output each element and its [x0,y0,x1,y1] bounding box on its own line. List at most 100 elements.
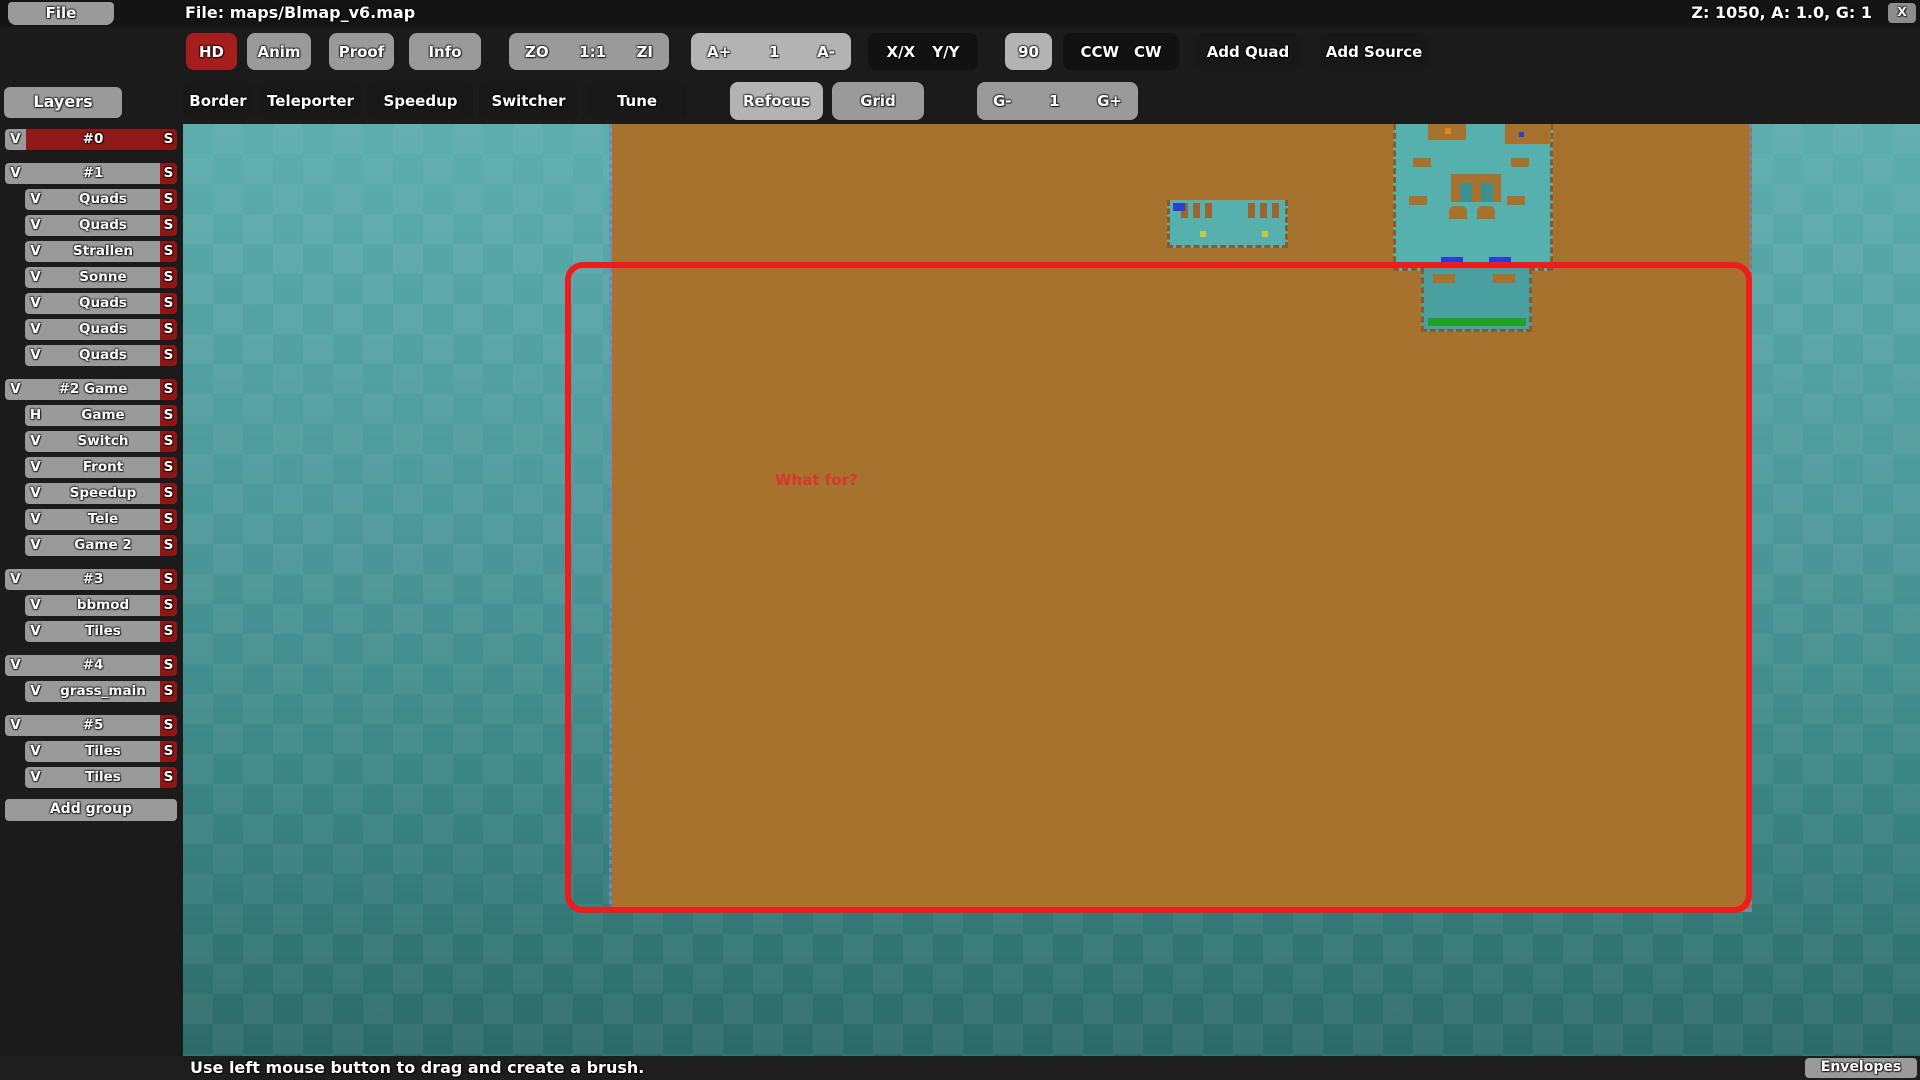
info-toggle-button[interactable]: Info [409,33,481,70]
anim-speed-down-button[interactable]: A- [817,43,835,61]
layer-visibility-toggle[interactable]: V [25,741,46,762]
proof-toggle-button[interactable]: Proof [329,33,394,70]
layer-s-badge[interactable]: S [160,569,177,590]
layer-visibility-toggle[interactable]: V [25,345,46,366]
layer-visibility-toggle[interactable]: V [5,569,26,590]
layer-visibility-toggle[interactable]: V [25,293,46,314]
layer-s-badge[interactable]: S [160,129,177,150]
layer-label[interactable]: Tiles [46,741,160,762]
layer-label[interactable]: Quads [46,189,160,210]
layer-s-badge[interactable]: S [160,715,177,736]
grid-toggle-button[interactable]: Grid [832,82,924,120]
layer-s-badge[interactable]: S [160,681,177,702]
close-icon[interactable]: X [1888,3,1916,23]
layer-label[interactable]: #4 [26,655,160,676]
layer-visibility-toggle[interactable]: V [5,129,26,150]
layer-label[interactable]: Speedup [46,483,160,504]
speedup-button[interactable]: Speedup [368,82,473,120]
zoom-reset-button[interactable]: 1:1 [579,43,606,61]
envelopes-button[interactable]: Envelopes [1805,1058,1917,1078]
layer-visibility-toggle[interactable]: V [25,189,46,210]
layer-label[interactable]: Quads [46,319,160,340]
flip-x-button[interactable]: X/X [887,43,916,61]
layer-s-badge[interactable]: S [160,241,177,262]
hd-toggle-button[interactable]: HD [186,33,237,70]
add-group-button[interactable]: Add group [5,799,177,821]
add-quad-button[interactable]: Add Quad [1195,33,1301,70]
layer-label[interactable]: Strallen [46,241,160,262]
layer-visibility-toggle[interactable]: V [25,595,46,616]
layer-visibility-toggle[interactable]: V [25,509,46,530]
layer-label[interactable]: #2 Game [26,379,160,400]
layer-s-badge[interactable]: S [160,189,177,210]
rotate-cw-button[interactable]: CW [1134,43,1162,61]
anim-toggle-button[interactable]: Anim [247,33,311,70]
layer-s-badge[interactable]: S [160,293,177,314]
layer-label[interactable]: Quads [46,293,160,314]
layer-s-badge[interactable]: S [160,267,177,288]
zoom-out-button[interactable]: ZO [525,43,549,61]
rotate-ccw-button[interactable]: CCW [1080,43,1119,61]
layer-visibility-toggle[interactable]: V [5,655,26,676]
layer-visibility-toggle[interactable]: V [25,483,46,504]
layer-label[interactable]: #1 [26,163,160,184]
layer-visibility-toggle[interactable]: H [25,405,46,426]
layer-label[interactable]: #3 [26,569,160,590]
teleporter-button[interactable]: Teleporter [260,82,361,120]
layer-s-badge[interactable]: S [160,431,177,452]
map-canvas[interactable]: What for? [183,124,1920,1056]
layer-s-badge[interactable]: S [160,379,177,400]
layer-label[interactable]: #5 [26,715,160,736]
grid-size-decrease-button[interactable]: G- [993,92,1012,110]
rotate-amount-button[interactable]: 90 [1005,33,1052,70]
layer-visibility-toggle[interactable]: V [25,457,46,478]
layer-label[interactable]: Switch [46,431,160,452]
layer-label[interactable]: Quads [46,215,160,236]
layer-label[interactable]: Tiles [46,767,160,788]
layer-label[interactable]: #0 [26,129,160,150]
layer-visibility-toggle[interactable]: V [25,621,46,642]
layer-visibility-toggle[interactable]: V [25,767,46,788]
layer-s-badge[interactable]: S [160,483,177,504]
layer-s-badge[interactable]: S [160,655,177,676]
layer-visibility-toggle[interactable]: V [5,163,26,184]
tune-button[interactable]: Tune [587,82,687,120]
layer-s-badge[interactable]: S [160,741,177,762]
layer-s-badge[interactable]: S [160,215,177,236]
layer-label[interactable]: Tiles [46,621,160,642]
layer-label[interactable]: grass_main [46,681,160,702]
add-source-button[interactable]: Add Source [1320,33,1428,70]
layer-s-badge[interactable]: S [160,163,177,184]
layer-s-badge[interactable]: S [160,457,177,478]
layer-visibility-toggle[interactable]: V [25,431,46,452]
layer-visibility-toggle[interactable]: V [25,319,46,340]
layer-s-badge[interactable]: S [160,345,177,366]
layer-visibility-toggle[interactable]: V [5,379,26,400]
layer-s-badge[interactable]: S [160,595,177,616]
switcher-button[interactable]: Switcher [479,82,578,120]
grid-size-increase-button[interactable]: G+ [1097,92,1122,110]
layer-visibility-toggle[interactable]: V [25,681,46,702]
layer-s-badge[interactable]: S [160,405,177,426]
layer-label[interactable]: Front [46,457,160,478]
layer-label[interactable]: Quads [46,345,160,366]
anim-speed-up-button[interactable]: A+ [707,43,731,61]
layer-s-badge[interactable]: S [160,509,177,530]
layer-s-badge[interactable]: S [160,621,177,642]
layer-visibility-toggle[interactable]: V [25,241,46,262]
layer-s-badge[interactable]: S [160,535,177,556]
layer-s-badge[interactable]: S [160,767,177,788]
layers-header-button[interactable]: Layers [4,87,122,118]
layer-label[interactable]: Game [46,405,160,426]
file-menu-button[interactable]: File [8,2,114,25]
layer-label[interactable]: bbmod [46,595,160,616]
layer-visibility-toggle[interactable]: V [25,215,46,236]
refocus-button[interactable]: Refocus [730,82,823,120]
layer-label[interactable]: Sonne [46,267,160,288]
border-button[interactable]: Border [183,82,253,120]
layer-s-badge[interactable]: S [160,319,177,340]
layer-visibility-toggle[interactable]: V [25,535,46,556]
layer-label[interactable]: Game 2 [46,535,160,556]
layer-visibility-toggle[interactable]: V [5,715,26,736]
flip-y-button[interactable]: Y/Y [932,43,959,61]
